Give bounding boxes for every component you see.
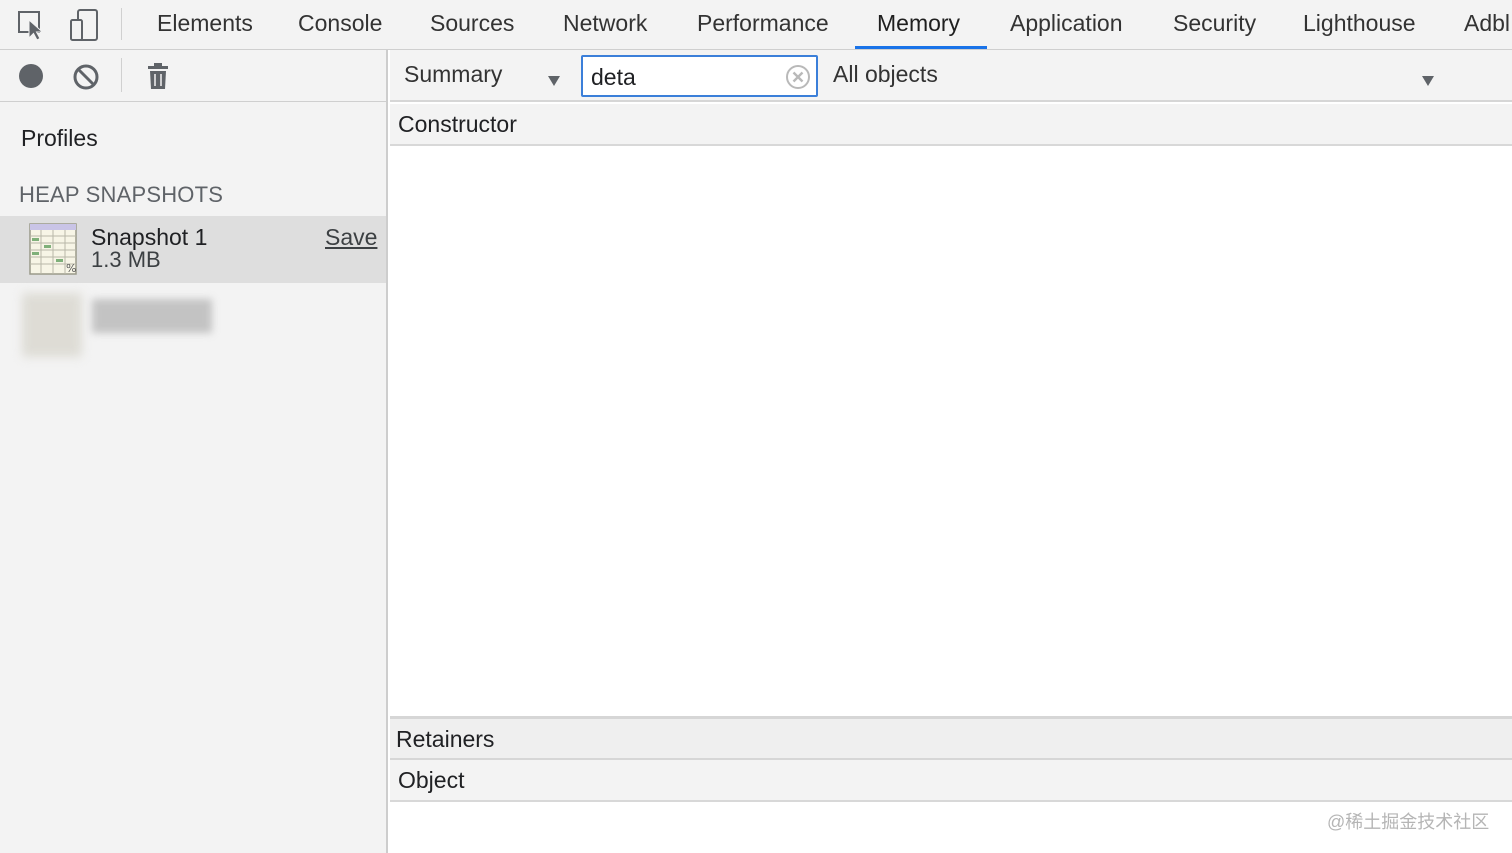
devtools-tab-bar: Elements Console Sources Network Perform… <box>0 0 1512 50</box>
sidebar-toolbar <box>0 50 386 102</box>
garbage-collect-icon[interactable] <box>143 62 173 92</box>
sidebar-toolbar-separator <box>121 58 122 92</box>
profiles-sidebar: Profiles HEAP SNAPSHOTS % Snapshot 1 1.3… <box>0 50 388 853</box>
objects-scope-select[interactable]: All objects <box>833 61 1443 91</box>
tab-adblock[interactable]: Adbl <box>1464 0 1510 50</box>
tab-lighthouse[interactable]: Lighthouse <box>1303 0 1416 50</box>
constructor-header-label: Constructor <box>398 111 517 137</box>
tab-console[interactable]: Console <box>298 0 382 50</box>
blurred-icon <box>22 293 82 357</box>
devtools-window: Elements Console Sources Network Perform… <box>0 0 1512 853</box>
retainers-panel-header[interactable]: Retainers <box>390 716 1512 760</box>
tab-security[interactable]: Security <box>1173 0 1256 50</box>
object-header-label: Object <box>398 767 465 793</box>
objects-scope-value: All objects <box>833 61 938 87</box>
tab-performance[interactable]: Performance <box>697 0 829 50</box>
watermark: @稀土掘金技术社区 <box>1327 812 1490 832</box>
tab-application[interactable]: Application <box>1010 0 1123 50</box>
tab-memory[interactable]: Memory <box>877 0 960 50</box>
device-toggle-icon[interactable] <box>66 7 102 43</box>
svg-text:%: % <box>66 262 76 275</box>
view-mode-value: Summary <box>404 61 503 87</box>
heap-snapshot-icon: % <box>28 222 78 276</box>
record-icon[interactable] <box>17 62 47 92</box>
blurred-label <box>92 299 212 333</box>
class-filter-input[interactable] <box>591 63 781 91</box>
blurred-list-item <box>0 283 386 373</box>
memory-filter-bar: Summary All objects <box>390 50 1512 102</box>
tab-sources[interactable]: Sources <box>430 0 514 50</box>
object-column-header[interactable]: Object <box>390 760 1512 802</box>
view-mode-select[interactable]: Summary <box>404 61 564 91</box>
retainers-header-label: Retainers <box>396 726 495 752</box>
tab-elements[interactable]: Elements <box>157 0 253 50</box>
constructor-column-header[interactable]: Constructor <box>390 104 1512 146</box>
profiles-heading: Profiles <box>21 125 98 151</box>
inspect-element-icon[interactable] <box>14 7 50 43</box>
class-filter-box[interactable] <box>581 55 818 97</box>
summary-grid-body <box>390 146 1512 716</box>
snapshot-save-link[interactable]: Save <box>325 224 377 251</box>
active-tab-indicator <box>855 46 987 49</box>
clear-input-icon[interactable] <box>785 64 811 90</box>
chevron-down-icon <box>1421 67 1435 94</box>
chevron-down-icon <box>547 67 561 94</box>
toolbar-separator <box>121 8 122 40</box>
tab-network[interactable]: Network <box>563 0 647 50</box>
heap-snapshots-heading: HEAP SNAPSHOTS <box>19 182 224 207</box>
snapshot-list-item[interactable]: % Snapshot 1 1.3 MB Save <box>0 216 386 283</box>
snapshot-size: 1.3 MB <box>91 247 161 272</box>
clear-all-icon[interactable] <box>71 62 101 92</box>
